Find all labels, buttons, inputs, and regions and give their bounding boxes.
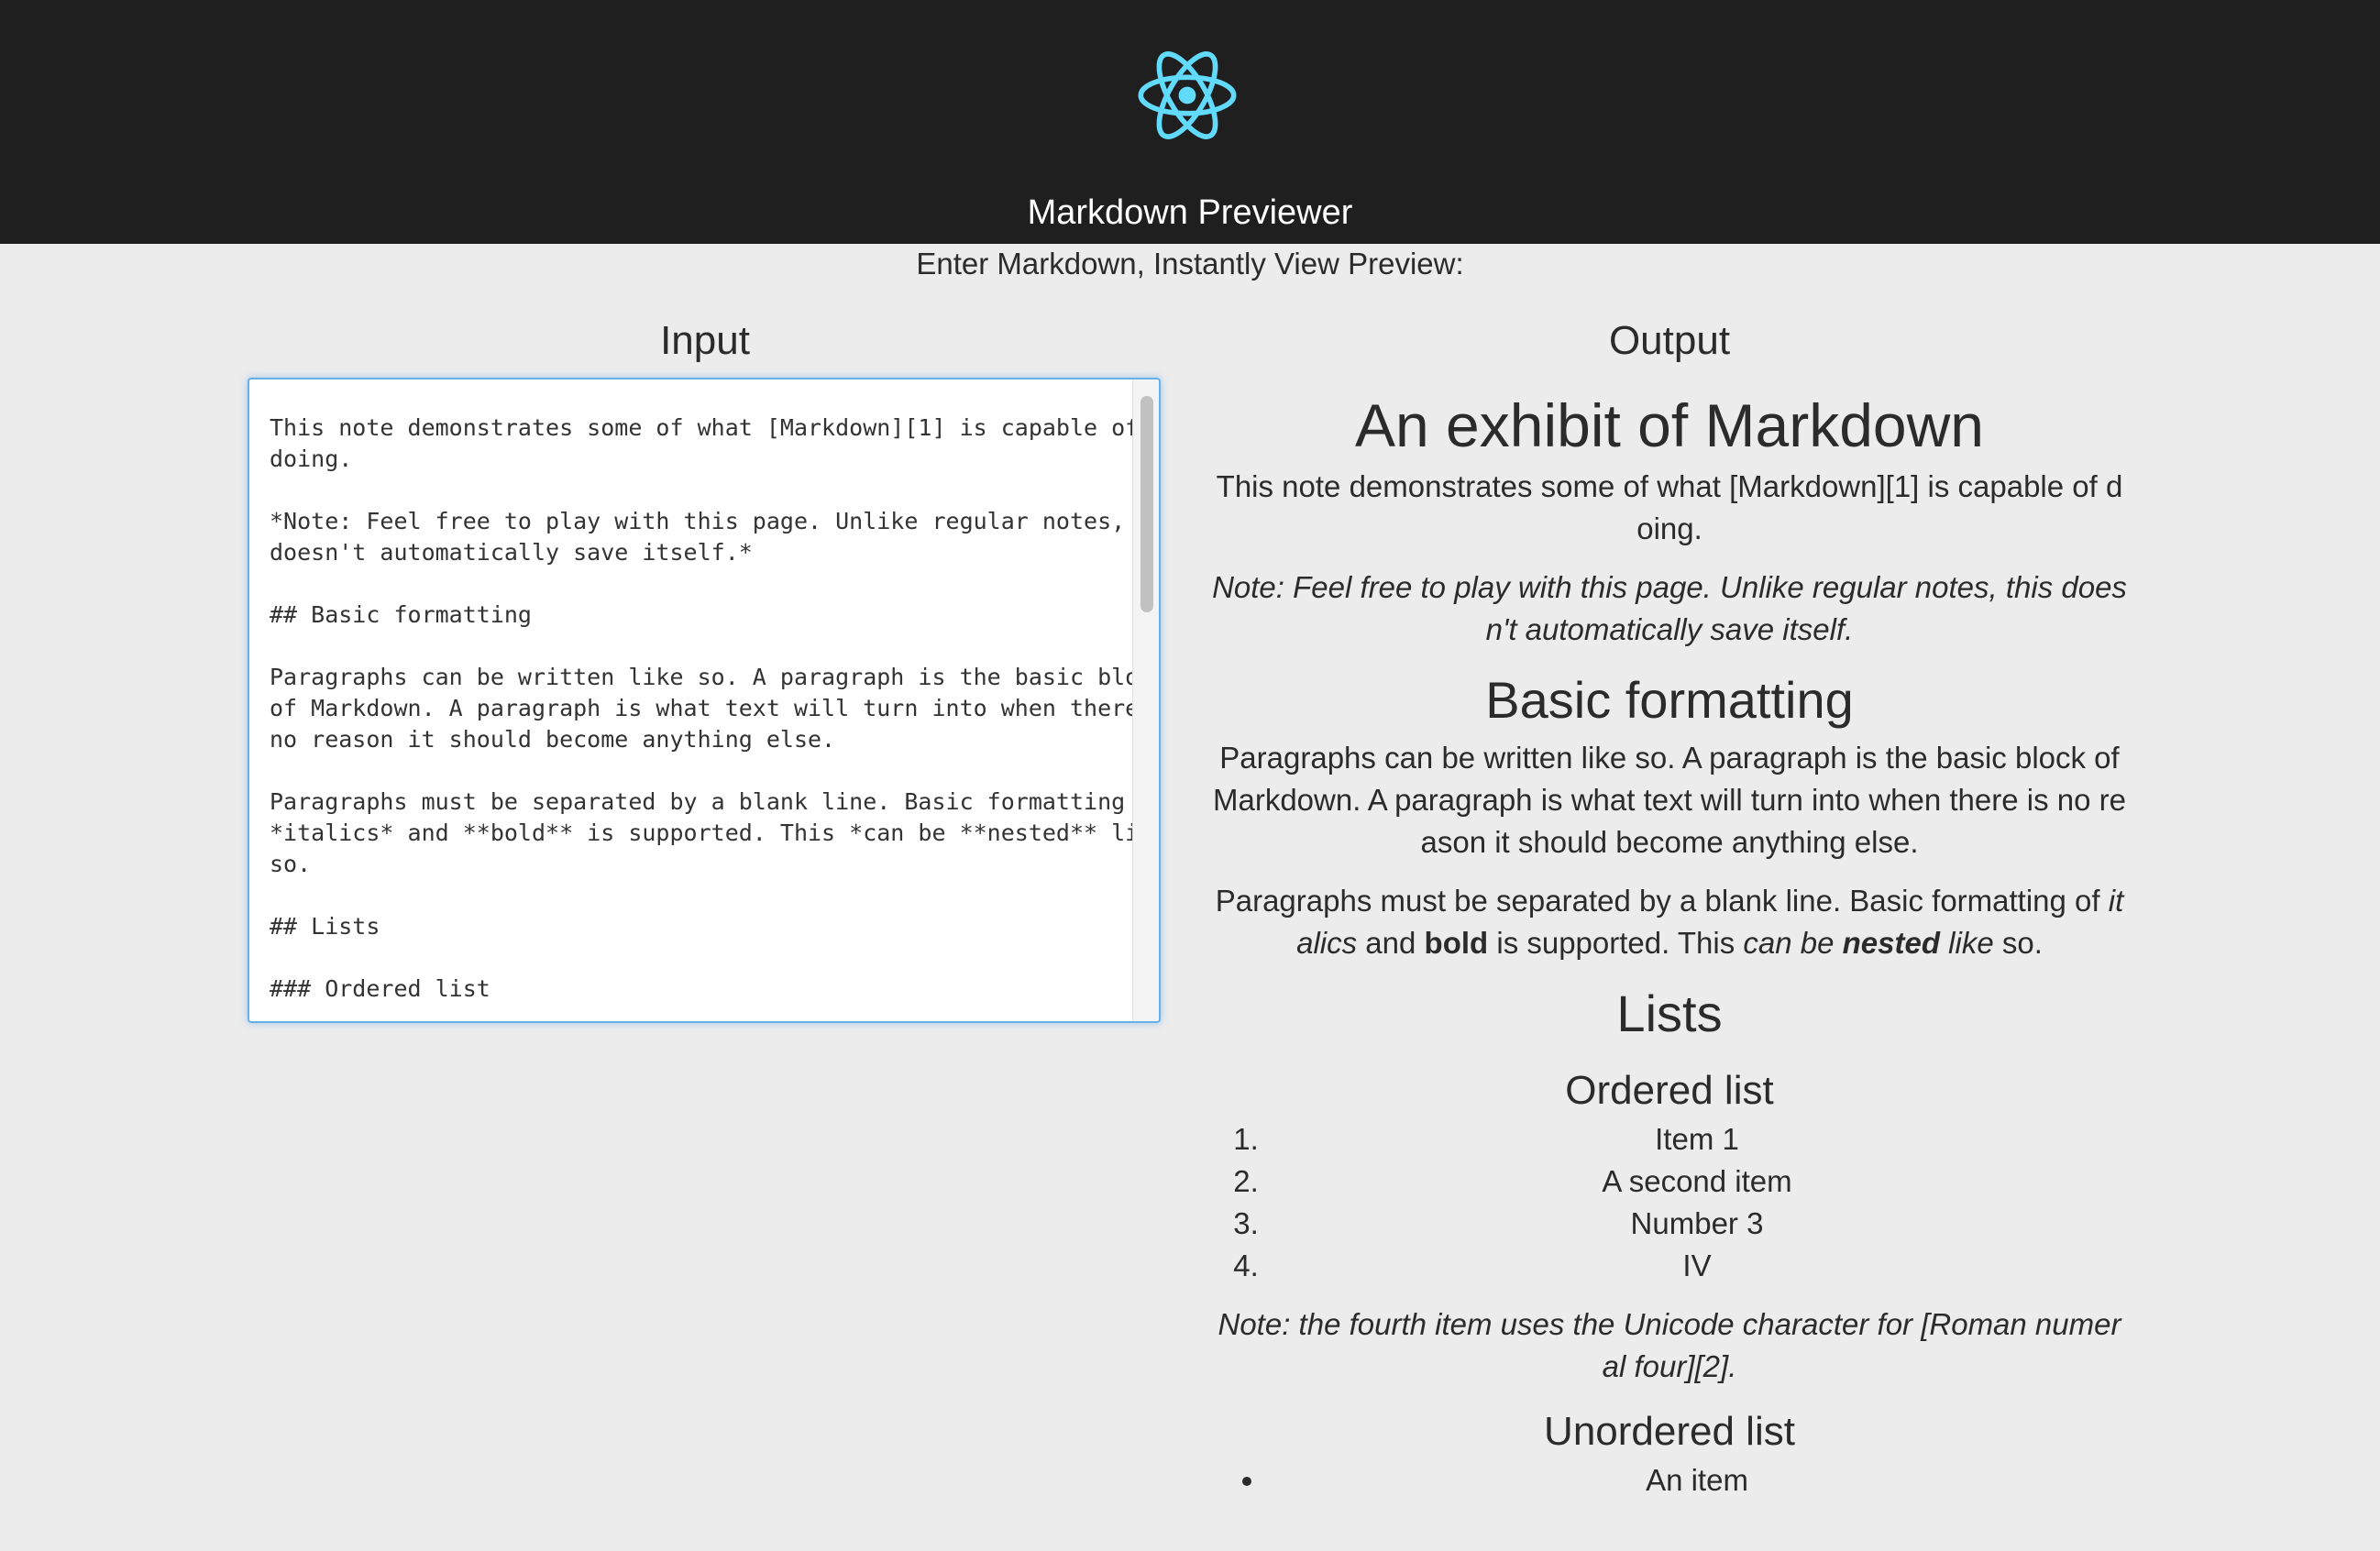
app-header: Markdown Previewer [0,0,2380,244]
editor-scroll-thumb[interactable] [1140,396,1153,612]
preview-unordered-list: An item [1212,1459,2127,1502]
markdown-input[interactable]: This note demonstrates some of what [Mar… [248,378,1161,1023]
para2-nested: nested [1842,926,1941,960]
react-atom-icon [1138,51,1237,139]
preview-roman-note-text: Note: the fourth item uses the Unicode c… [1218,1307,2121,1383]
input-heading: Input [660,318,750,363]
page-subtitle: Enter Markdown, Instantly View Preview: [916,247,1464,280]
para2-bold: bold [1424,926,1489,960]
para2-like: like [1940,926,1994,960]
preview-note-text: Note: Feel free to play with this page. … [1212,570,2127,646]
preview-intro: This note demonstrates some of what [Mar… [1216,469,2123,545]
para2-c: is supported. This [1488,926,1744,960]
preview-note: Note: Feel free to play with this page. … [1212,566,2127,651]
markdown-input-text[interactable]: This note demonstrates some of what [Mar… [270,412,1159,1021]
preview-heading-unordered: Unordered list [1544,1409,1795,1454]
para2-d: so. [1993,926,2043,960]
para2-a: Paragraphs must be separated by a blank … [1215,884,2109,918]
preview-para1: Paragraphs can be written like so. A par… [1212,741,2126,859]
para2-can-be: can be nested like [1743,926,1993,960]
preview-heading-basic: Basic formatting [1485,671,1854,729]
para2-b: and [1357,926,1425,960]
preview-para2: Paragraphs must be separated by a blank … [1212,880,2127,964]
list-item: Number 3 [1267,1203,2127,1245]
list-item: An item [1267,1459,2127,1502]
markdown-preview: An exhibit of Markdown This note demonst… [1212,387,2127,1518]
list-item: A second item [1267,1160,2127,1203]
preview-heading-lists: Lists [1616,984,1723,1042]
editor-scrollbar[interactable] [1132,380,1159,1021]
list-item: IV [1267,1245,2127,1287]
para2-can-be-text: can be [1743,926,1843,960]
preview-roman-note: Note: the fourth item uses the Unicode c… [1212,1304,2127,1388]
preview-ordered-list: Item 1 A second item Number 3 IV [1212,1118,2127,1287]
list-item: Item 1 [1267,1118,2127,1160]
app-title: Markdown Previewer [1027,193,1353,232]
output-heading: Output [1608,318,1731,363]
preview-heading-ordered: Ordered list [1565,1068,1774,1113]
preview-title: An exhibit of Markdown [1354,391,1984,459]
